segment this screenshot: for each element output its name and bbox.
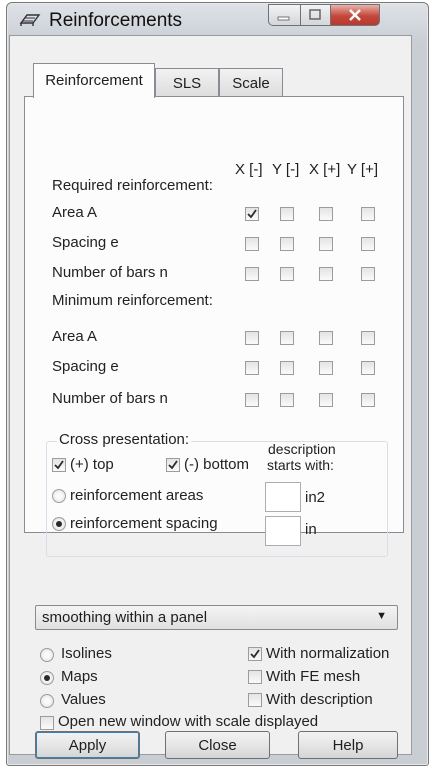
column-header-x-plus: X [+] [309,161,341,178]
top-checkbox[interactable] [52,458,66,472]
dropdown-arrow-icon[interactable]: ▼ [376,610,387,622]
reinforcement-spacing-radio[interactable] [52,517,66,531]
new-window-checkbox[interactable] [40,716,54,730]
spacing-unit-label: in [305,521,317,538]
isolines-label: Isolines [61,645,112,662]
req-bars-y-minus-checkbox[interactable] [280,267,294,281]
description-label-line2: starts with: [267,457,334,473]
close-button[interactable]: Close [165,731,270,759]
maximize-icon [309,9,321,20]
reinforcement-areas-label: reinforcement areas [70,487,204,504]
column-header-x-minus: X [-] [235,161,263,178]
title-bar[interactable]: Reinforcements [7,3,428,37]
normalization-checkbox[interactable] [248,647,262,661]
maximize-button[interactable] [300,4,330,26]
min-area-x-minus-checkbox[interactable] [245,331,259,345]
required-reinforcement-heading: Required reinforcement: [52,177,213,194]
req-spacing-x-minus-checkbox[interactable] [245,237,259,251]
areas-description-input[interactable] [265,482,301,512]
req-bars-y-plus-checkbox[interactable] [361,267,375,281]
minimum-area-label: Area A [52,328,98,345]
values-radio[interactable] [40,694,54,708]
column-header-y-minus: Y [-] [272,161,300,178]
maps-label: Maps [61,668,98,685]
min-area-x-plus-checkbox[interactable] [319,331,333,345]
description-checkbox[interactable] [248,693,262,707]
min-spacing-x-plus-checkbox[interactable] [319,361,333,375]
bottom-label: (-) bottom [184,456,250,473]
req-area-y-plus-checkbox[interactable] [361,207,375,221]
min-spacing-y-plus-checkbox[interactable] [361,361,375,375]
new-window-label: Open new window with scale displayed [58,713,319,730]
minimize-button[interactable] [268,4,300,26]
smoothing-select-value: smoothing within a panel [42,609,208,626]
apply-button[interactable]: Apply [35,731,140,759]
required-area-label: Area A [52,204,98,221]
tab-reinforcement[interactable]: Reinforcement [33,63,155,98]
spacing-description-input[interactable] [265,516,301,546]
minimize-icon [277,16,290,21]
maps-radio[interactable] [40,671,54,685]
areas-unit-label: in2 [305,489,326,506]
isolines-radio[interactable] [40,648,54,662]
req-area-x-minus-checkbox[interactable] [245,207,259,221]
req-area-y-minus-checkbox[interactable] [280,207,294,221]
reinforcement-areas-radio[interactable] [52,489,66,503]
req-spacing-y-plus-checkbox[interactable] [361,237,375,251]
minimum-reinforcement-heading: Minimum reinforcement: [52,292,213,309]
min-spacing-x-minus-checkbox[interactable] [245,361,259,375]
bottom-checkbox[interactable] [166,458,180,472]
tab-scale[interactable]: Scale [219,68,283,97]
req-spacing-y-minus-checkbox[interactable] [280,237,294,251]
caption-buttons [268,4,418,26]
app-icon [19,14,41,26]
min-bars-x-minus-checkbox[interactable] [245,393,259,407]
smoothing-select[interactable]: smoothing within a panel ▼ [35,605,398,630]
values-label: Values [61,691,106,708]
fe-mesh-checkbox[interactable] [248,670,262,684]
min-area-y-minus-checkbox[interactable] [280,331,294,345]
fe-mesh-label: With FE mesh [266,668,361,685]
req-bars-x-minus-checkbox[interactable] [245,267,259,281]
close-icon [349,9,361,21]
help-button[interactable]: Help [298,731,398,759]
required-spacing-label: Spacing e [52,234,119,251]
req-area-x-plus-checkbox[interactable] [319,207,333,221]
tab-sls[interactable]: SLS [155,68,219,97]
description-option-label: With description [266,691,373,708]
required-bars-label: Number of bars n [52,264,168,281]
column-header-y-plus: Y [+] [347,161,378,178]
min-bars-y-minus-checkbox[interactable] [280,393,294,407]
minimum-bars-label: Number of bars n [52,390,168,407]
minimum-spacing-label: Spacing e [52,358,119,375]
req-bars-x-plus-checkbox[interactable] [319,267,333,281]
normalization-label: With normalization [266,645,390,662]
description-label-line1: description [268,441,336,457]
min-spacing-y-minus-checkbox[interactable] [280,361,294,375]
min-bars-x-plus-checkbox[interactable] [319,393,333,407]
close-window-button[interactable] [330,4,380,26]
req-spacing-x-plus-checkbox[interactable] [319,237,333,251]
window-title: Reinforcements [49,10,183,31]
cross-presentation-legend: Cross presentation: [57,431,192,448]
min-bars-y-plus-checkbox[interactable] [361,393,375,407]
min-area-y-plus-checkbox[interactable] [361,331,375,345]
top-label: (+) top [70,456,114,473]
reinforcement-spacing-label: reinforcement spacing [70,515,218,532]
